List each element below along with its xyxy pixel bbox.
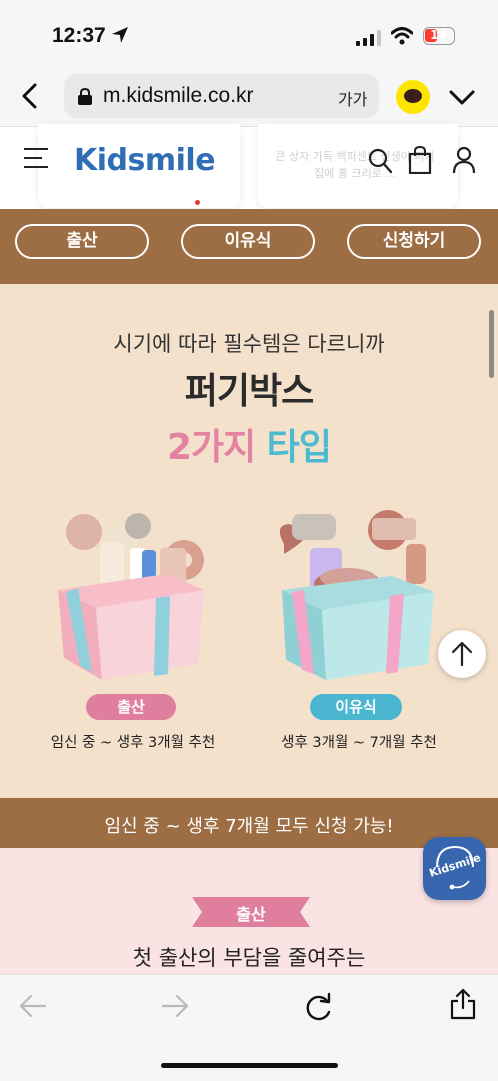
birth-type-tag: 출산 [86,694,176,720]
scroll-to-top-button[interactable] [438,630,486,678]
text-size-button[interactable]: 가가 [338,86,367,110]
share-icon[interactable] [450,988,476,1020]
browser-back-button[interactable] [16,82,44,110]
nav-birth-button[interactable]: 출산 [15,224,149,259]
weaning-type-tag: 이유식 [310,694,402,720]
wifi-icon [391,27,413,45]
location-arrow-icon [112,27,128,43]
reload-icon[interactable] [304,990,334,1022]
battery-percent: 14 [430,28,447,42]
hero-title-count: 2가지 [166,427,256,468]
hero-subtitle: 시기에 따라 필수템은 다르니까 [113,332,385,356]
battery-icon: 14 [423,27,455,45]
search-icon[interactable] [368,148,392,174]
nav-weaning-button[interactable]: 이유식 [181,224,315,259]
url-text[interactable]: m.kidsmile.co.kr [103,84,254,108]
nav-apply-button[interactable]: 신청하기 [347,224,481,259]
birth-section-heading: 첫 출산의 부담을 줄여주는 [132,946,366,970]
chat-bubble-icon [404,89,422,103]
birth-box-image [58,513,204,680]
eligibility-banner-text: 임신 중 ~ 생후 7개월 모두 신청 가능! [104,816,394,837]
chevron-down-icon[interactable] [448,85,476,109]
toolbar-forward-icon[interactable] [160,992,190,1020]
carousel-indicator-dot [195,200,200,205]
toolbar-back-icon[interactable] [18,992,48,1020]
hero-title-types: 2가지 타입 [0,418,498,470]
hero-title: 퍼기박스 [184,371,314,412]
birth-type-description: 임신 중 ~ 생후 3개월 추천 [50,735,216,751]
cellular-signal-icon [356,30,381,46]
arrow-up-icon [451,641,473,667]
weaning-type-description: 생후 3개월 ~ 7개월 추천 [281,735,437,751]
shopping-bag-icon[interactable] [408,146,432,174]
hero-title-type-word: 타입 [266,427,332,468]
kidsmile-logo[interactable]: Kidsmile [74,143,216,178]
user-icon[interactable] [452,146,476,174]
status-time: 12:37 [52,24,106,47]
lock-icon [78,88,92,105]
weaning-box-image [279,510,434,680]
section-ribbon-label: 출산 [236,905,266,924]
hamburger-menu-icon[interactable] [24,147,50,169]
home-indicator [161,1063,338,1068]
